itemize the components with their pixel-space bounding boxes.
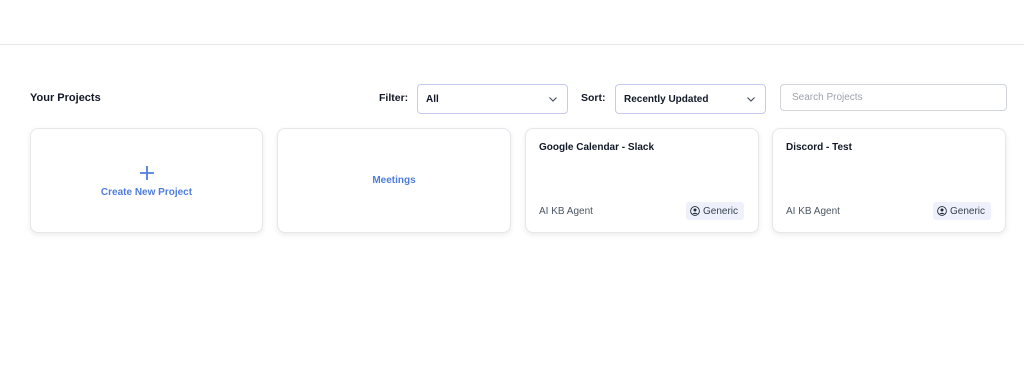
chevron-down-icon [747, 97, 755, 102]
create-new-project-card[interactable]: Create New Project [30, 128, 263, 233]
meetings-card[interactable]: Meetings [277, 128, 511, 233]
meetings-label: Meetings [372, 175, 416, 186]
project-badge: Generic [685, 202, 744, 220]
project-badge: Generic [932, 202, 991, 220]
user-circle-icon [937, 206, 947, 216]
top-bar [0, 0, 1024, 45]
sort-label: Sort: [581, 92, 606, 104]
filter-label: Filter: [379, 92, 409, 104]
project-card[interactable]: Discord - Test AI KB Agent Generic [772, 128, 1006, 233]
project-title: Google Calendar - Slack [539, 142, 655, 153]
sort-select-value: Recently Updated [624, 93, 709, 105]
plus-icon [139, 166, 154, 180]
search-input[interactable] [780, 84, 1007, 111]
create-new-project-label: Create New Project [100, 187, 193, 198]
filter-select[interactable]: All [417, 84, 568, 114]
sort-select[interactable]: Recently Updated [615, 84, 766, 114]
filter-select-value: All [426, 93, 439, 105]
project-type: AI KB Agent [786, 206, 840, 217]
user-circle-icon [690, 206, 700, 216]
page-title: Your Projects [30, 92, 101, 104]
project-title: Discord - Test [786, 142, 852, 153]
project-badge-label: Generic [702, 205, 738, 217]
project-card[interactable]: Google Calendar - Slack AI KB Agent Gene… [525, 128, 759, 233]
project-badge-label: Generic [949, 205, 985, 217]
project-type: AI KB Agent [539, 206, 593, 217]
chevron-down-icon [549, 97, 557, 102]
